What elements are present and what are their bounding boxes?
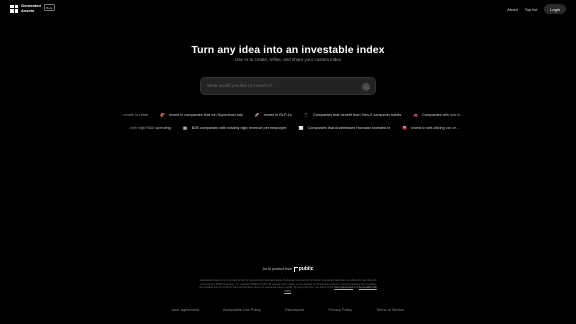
public-mark-icon	[293, 266, 298, 272]
suggestion-chip[interactable]: ...with high R&D spending	[118, 126, 171, 130]
suggestion-label: Companies with low m...	[422, 113, 464, 117]
suggestion-chip[interactable]: 🚀 Invest in GLP-1s	[255, 113, 292, 117]
suggestions-row-1: ...wealth to retire 🏈 Invest in companies …	[0, 113, 576, 121]
suggestion-label: ...wealth to retire	[120, 113, 149, 117]
lab-icon	[118, 126, 123, 130]
beta-badge: Beta	[43, 4, 55, 11]
public-brand: public	[298, 266, 314, 272]
suggestion-label: Companies that Andreessen Horowitz inves…	[307, 126, 391, 130]
suggestion-label: Invest in GLP-1s	[263, 113, 292, 117]
login-button[interactable]: Login	[544, 4, 566, 14]
spark-icon	[111, 113, 116, 117]
phone-icon: 📱	[303, 113, 309, 117]
chart-icon: 📈	[298, 126, 304, 130]
footer: User Agreement Acceptable Use Policy Dis…	[0, 308, 576, 312]
footer-terms-link[interactable]: Terms of Service	[376, 308, 404, 312]
product-attribution: An AI product from public	[0, 266, 576, 272]
disclaimer-and: and	[353, 286, 359, 290]
footer-disclosures-link[interactable]: Disclosures	[285, 308, 305, 312]
hero-subtitle: Use AI to create, refine, and share your…	[234, 57, 342, 62]
suggestion-chip[interactable]: 📱 Companies that benefit from Gen-Z consu…	[304, 113, 401, 117]
footer-privacy-link[interactable]: Privacy Policy	[328, 308, 352, 312]
top-nav: About Top list Login	[507, 4, 566, 14]
suggestion-label: ...with high R&D spending	[127, 126, 171, 130]
suggestion-chip[interactable]: ...wealth to retire	[111, 113, 148, 117]
suggestion-chip[interactable]: 📈 Companies that Andreessen Horowitz inve…	[298, 126, 390, 130]
suggestion-chip[interactable]: 🤖 B2B companies with notably high revenue…	[183, 126, 287, 130]
football-icon: 🏈	[160, 113, 166, 117]
header: Generated Assets Beta About Top list Log…	[0, 0, 576, 18]
suggestion-label: Invest in companies that run Superbowl a…	[169, 113, 243, 117]
nav-about-link[interactable]: About	[507, 7, 517, 12]
public-logo[interactable]: public	[293, 266, 314, 272]
suggestion-chip[interactable]: 🚘 Invest in self-driving car ce...	[402, 126, 459, 130]
nav-top-list-link[interactable]: Top list	[525, 7, 537, 12]
suggestion-label: B2B companies with notably high revenue …	[191, 126, 287, 130]
grid-logo-icon	[10, 4, 18, 13]
car-icon: 🚘	[402, 126, 408, 130]
car-icon: 🚗	[413, 113, 419, 117]
footer-aup-link[interactable]: Acceptable Use Policy	[223, 308, 261, 312]
product-prefix: An AI product from	[262, 267, 293, 271]
search-input[interactable]	[207, 83, 357, 88]
brand-logo[interactable]: Generated Assets Beta	[10, 3, 55, 13]
suggestion-chip[interactable]: 🚗 Companies with low m...	[413, 113, 463, 117]
hero-title: Turn any idea into an investable index	[191, 44, 385, 56]
suggestion-label: Companies that benefit from Gen-Z consum…	[312, 113, 402, 117]
submit-arrow-icon[interactable]: ↑	[362, 83, 370, 91]
footer-user-agreement-link[interactable]: User Agreement	[172, 308, 199, 312]
search-box: ↑	[200, 77, 376, 95]
suggestion-label: Invest in self-driving car ce...	[411, 126, 460, 130]
suggestion-chip[interactable]: 🏈 Invest in companies that run Superbowl …	[160, 113, 243, 117]
rocket-icon: 🚀	[254, 113, 260, 117]
brand-name: Generated Assets	[21, 3, 41, 13]
disclaimer: Generated Assets is an AI-powered tool f…	[199, 279, 377, 293]
robot-icon: 🤖	[182, 126, 188, 130]
disclaimer-user-agreement-link[interactable]: User Agreement	[334, 286, 353, 289]
page: Generated Assets Beta About Top list Log…	[0, 0, 576, 324]
suggestions-row-2: ...with high R&D spending 🤖 B2B companies …	[0, 126, 576, 134]
